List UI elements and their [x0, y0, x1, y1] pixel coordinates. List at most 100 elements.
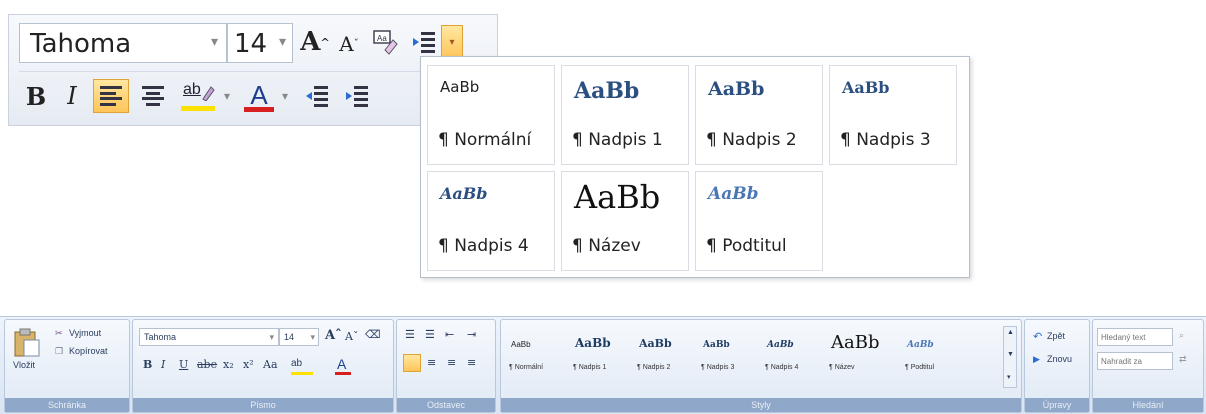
shrink-font-button[interactable]: Aˇ: [335, 27, 363, 61]
clear-formatting-button[interactable]: Aa: [369, 25, 401, 59]
style-preview: AaBb: [574, 78, 640, 104]
justify-icon[interactable]: ≡: [467, 356, 476, 369]
style-tile-heading-4[interactable]: AaBb ¶ Nadpis 4: [427, 171, 555, 271]
style-name: ¶ Nadpis 3: [701, 364, 735, 371]
align-left-icon: [100, 86, 122, 106]
more-icon[interactable]: ▾: [1007, 373, 1011, 381]
increase-indent-icon[interactable]: ⇥: [467, 328, 476, 341]
highlight-button[interactable]: ab: [291, 356, 331, 376]
ribbon-style-heading-1[interactable]: AaBb ¶ Nadpis 1: [569, 330, 627, 380]
italic-button[interactable]: I: [161, 358, 165, 371]
font-color-label: A: [250, 80, 268, 110]
ribbon-style-heading-2[interactable]: AaBb ¶ Nadpis 2: [633, 330, 691, 380]
style-name: ¶ Normální: [509, 364, 544, 371]
align-left-button[interactable]: [403, 354, 421, 372]
font-color-button[interactable]: A: [239, 79, 279, 113]
shrink-font-label: A: [339, 32, 354, 56]
style-name: ¶ Nadpis 4: [765, 364, 799, 371]
chevron-down-icon[interactable]: ▼: [1007, 351, 1014, 358]
play-icon: ▶: [1033, 354, 1040, 364]
subscript-button[interactable]: x₂: [223, 358, 234, 371]
font-size-value: 14: [284, 332, 295, 342]
underline-button[interactable]: U: [179, 358, 188, 371]
paragraph-group-label: Odstavec: [397, 398, 495, 412]
clear-formatting-icon: Aa: [373, 30, 398, 55]
bullets-icon[interactable]: ☰: [405, 328, 415, 341]
style-preview: AaBb: [511, 340, 531, 349]
bold-button[interactable]: B: [143, 358, 152, 371]
style-name: ¶ Nadpis 2: [637, 364, 671, 371]
style-preview: AaBb: [842, 78, 890, 97]
clear-formatting-icon[interactable]: ⌫: [365, 328, 381, 341]
decrease-indent-icon[interactable]: ⇤: [445, 328, 454, 341]
font-color-dropdown[interactable]: ▾: [279, 79, 291, 113]
align-center-icon[interactable]: ≡: [427, 356, 436, 369]
bold-button[interactable]: B: [21, 79, 51, 113]
chevron-down-icon: ▾: [449, 36, 455, 48]
ribbon-home-tab: Vložit ✂ Vyjmout ❐ Kopírovat Schránka Ta…: [0, 316, 1206, 414]
superscript-button[interactable]: x²: [243, 358, 254, 371]
replace-icon[interactable]: ⇄: [1179, 354, 1187, 365]
clipboard-group-label: Schránka: [5, 398, 129, 412]
highlight-button[interactable]: ab: [177, 79, 221, 113]
more-options-button[interactable]: ▾: [441, 25, 463, 59]
italic-button[interactable]: I: [57, 79, 87, 113]
ribbon-style-heading-4[interactable]: AaBb ¶ Nadpis 4: [761, 330, 819, 380]
grow-font-button[interactable]: A ^: [299, 25, 331, 59]
strikethrough-button[interactable]: abe: [197, 358, 217, 371]
chevron-down-icon[interactable]: ▾: [269, 332, 274, 343]
editing-group: ↶ Zpět ▶ Znovu Úpravy: [1024, 319, 1090, 413]
style-preview: AaBb: [575, 336, 611, 350]
paste-button[interactable]: Vložit: [13, 328, 47, 378]
find-group-label: Hledání: [1093, 398, 1203, 412]
style-preview: AaBb: [703, 340, 730, 350]
chevron-down-icon[interactable]: ▾: [310, 332, 315, 343]
style-tile-heading-2[interactable]: AaBb ¶ Nadpis 2: [695, 65, 823, 165]
style-tile-heading-1[interactable]: AaBb ¶ Nadpis 1: [561, 65, 689, 165]
style-name: ¶ Normální: [438, 130, 532, 150]
style-tile-heading-3[interactable]: AaBb ¶ Nadpis 3: [829, 65, 957, 165]
font-name-combo[interactable]: Tahoma ▾: [19, 23, 227, 63]
chevron-down-icon[interactable]: ▾: [279, 33, 286, 50]
style-preview: AaBb: [708, 184, 759, 204]
align-right-icon[interactable]: ≡: [447, 356, 456, 369]
gallery-scrollbar[interactable]: ▲ ▼ ▾: [1003, 326, 1017, 388]
style-name: ¶ Nadpis 1: [572, 130, 663, 150]
style-tile-normal[interactable]: AaBb ¶ Normální: [427, 65, 555, 165]
highlight-text: ab: [183, 81, 201, 98]
ribbon-style-subtitle[interactable]: AaBb ¶ Podtitul: [901, 330, 959, 380]
style-tile-subtitle[interactable]: AaBb ¶ Podtitul: [695, 171, 823, 271]
font-name-value: Tahoma: [30, 29, 132, 59]
search-icon[interactable]: ⌕: [1179, 330, 1184, 341]
outdent-button[interactable]: [407, 25, 441, 59]
highlight-icon: ab: [291, 358, 303, 369]
font-size-combo[interactable]: 14 ▾: [279, 328, 319, 346]
copy-icon: ❐: [55, 346, 64, 356]
style-preview: AaBb: [767, 340, 794, 350]
find-group: ⌕ ⇄ Hledání: [1092, 319, 1204, 413]
ribbon-style-heading-3[interactable]: AaBb ¶ Nadpis 3: [697, 330, 755, 380]
font-size-combo[interactable]: 14 ▾: [227, 23, 293, 63]
align-center-icon: [142, 86, 164, 106]
highlight-color-bar: [181, 106, 215, 111]
chevron-up-icon[interactable]: ▲: [1007, 329, 1014, 336]
increase-indent-button[interactable]: [339, 79, 375, 113]
replace-input[interactable]: [1097, 352, 1173, 370]
clipboard-group: Vložit ✂ Vyjmout ❐ Kopírovat Schránka: [4, 319, 130, 413]
ribbon-style-normal[interactable]: AaBb ¶ Normální: [505, 330, 563, 380]
font-color-button[interactable]: A: [333, 356, 373, 376]
numbering-icon[interactable]: ☰: [425, 328, 435, 341]
style-tile-title[interactable]: AaBb ¶ Název: [561, 171, 689, 271]
font-name-combo[interactable]: Tahoma ▾: [139, 328, 279, 346]
chevron-down-icon[interactable]: ▾: [211, 33, 218, 50]
ribbon-style-title[interactable]: AaBb ¶ Název: [825, 330, 895, 380]
change-case-button[interactable]: Aa: [263, 358, 278, 371]
find-input[interactable]: [1097, 328, 1173, 346]
decrease-indent-button[interactable]: [299, 79, 335, 113]
align-left-button[interactable]: [93, 79, 129, 113]
grow-font-button[interactable]: Aˆ: [325, 328, 342, 343]
center-button[interactable]: [135, 79, 171, 113]
shrink-font-button[interactable]: Aˇ: [345, 330, 358, 343]
highlight-dropdown[interactable]: ▾: [221, 79, 233, 113]
style-name: ¶ Nadpis 1: [573, 364, 607, 371]
